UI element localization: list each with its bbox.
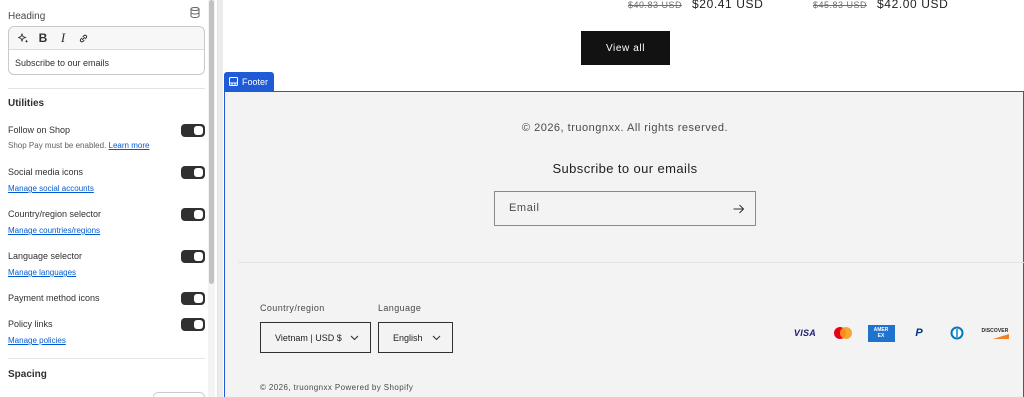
social-media-icons-toggle[interactable] bbox=[181, 166, 205, 179]
country-region-label: Country/region bbox=[260, 303, 325, 313]
section-icon bbox=[229, 77, 238, 86]
chevron-down-icon bbox=[350, 335, 359, 341]
section-divider bbox=[8, 88, 205, 89]
toggle-knob bbox=[194, 294, 203, 303]
section-divider bbox=[8, 358, 205, 359]
payment-method-icons-toggle[interactable] bbox=[181, 292, 205, 305]
amex-text-line2: EX bbox=[877, 333, 885, 339]
payment-method-icons-setting: Payment method icons bbox=[8, 292, 205, 305]
policy-links-toggle[interactable] bbox=[181, 318, 205, 331]
product-price: $40.83 USD $20.41 USD bbox=[628, 0, 763, 11]
toggle-knob bbox=[194, 126, 203, 135]
storefront-preview: $40.83 USD $20.41 USD $45.83 USD $42.00 … bbox=[224, 0, 1024, 397]
follow-on-shop-label: Follow on Shop bbox=[8, 125, 71, 135]
discover-icon: DISCOVER bbox=[980, 324, 1010, 342]
editor-content[interactable]: Subscribe to our emails bbox=[9, 50, 204, 76]
follow-on-shop-setting: Follow on Shop Shop Pay must be enabled.… bbox=[8, 124, 205, 151]
bold-button[interactable]: B bbox=[33, 29, 53, 47]
italic-button[interactable]: I bbox=[53, 29, 73, 47]
chevron-down-icon bbox=[432, 335, 441, 341]
footer-tag-label: Footer bbox=[242, 76, 269, 87]
toggle-knob bbox=[194, 168, 203, 177]
heading-label: Heading bbox=[8, 11, 46, 22]
footer-divider bbox=[238, 262, 1024, 263]
copyright-text: © 2026, truongnxx. All rights reserved. bbox=[521, 122, 729, 134]
footer-section-tag[interactable]: Footer bbox=[224, 72, 275, 91]
compare-at-price: $40.83 USD bbox=[628, 0, 683, 10]
visa-icon-text: VISA bbox=[793, 328, 817, 338]
country-region-select[interactable]: Vietnam | USD $ bbox=[260, 322, 371, 353]
manage-policies-link[interactable]: Manage policies bbox=[8, 336, 66, 346]
newsletter-email-input[interactable]: Email bbox=[494, 191, 756, 226]
visa-icon: VISA bbox=[790, 324, 820, 342]
language-selector-label: Language selector bbox=[8, 251, 83, 261]
social-media-icons-label: Social media icons bbox=[8, 167, 84, 177]
language-select[interactable]: English bbox=[378, 322, 453, 353]
spacing-input[interactable] bbox=[153, 392, 205, 397]
email-placeholder: Email bbox=[509, 202, 540, 214]
heading-setting-row: Heading bbox=[8, 6, 200, 22]
amex-icon: AMER EX bbox=[866, 324, 896, 342]
manage-languages-link[interactable]: Manage languages bbox=[8, 268, 76, 278]
sale-price: $42.00 USD bbox=[877, 0, 949, 11]
mastercard-icon bbox=[828, 324, 858, 342]
utilities-section-title: Utilities bbox=[8, 98, 45, 109]
learn-more-link[interactable]: Learn more bbox=[109, 141, 150, 151]
newsletter-heading: Subscribe to our emails bbox=[552, 161, 698, 176]
paypal-icon: P bbox=[904, 324, 934, 342]
shop-pay-help-text: Shop Pay must be enabled. Learn more bbox=[8, 141, 205, 151]
view-all-button[interactable]: View all bbox=[581, 31, 670, 65]
arrow-right-icon[interactable] bbox=[733, 204, 745, 214]
compare-at-price: $45.83 USD bbox=[813, 0, 868, 10]
manage-countries-regions-link[interactable]: Manage countries/regions bbox=[8, 226, 100, 236]
sidebar-scrollbar[interactable] bbox=[208, 0, 215, 397]
toggle-knob bbox=[194, 320, 203, 329]
amex-badge: AMER EX bbox=[867, 324, 895, 342]
toggle-knob bbox=[194, 252, 203, 261]
country-region-selector-toggle[interactable] bbox=[181, 208, 205, 221]
powered-by-text: © 2026, truongnxx Powered by Shopify bbox=[260, 383, 414, 392]
paypal-icon-text: P bbox=[915, 327, 923, 339]
product-price: $45.83 USD $42.00 USD bbox=[813, 0, 948, 11]
policy-links-label: Policy links bbox=[8, 319, 53, 329]
language-value: English bbox=[393, 332, 423, 343]
heading-rich-text-editor[interactable]: B I Subscribe to our emails bbox=[8, 26, 205, 75]
country-region-selector-label: Country/region selector bbox=[8, 209, 102, 219]
spacing-section-title: Spacing bbox=[8, 369, 47, 380]
payment-method-icons-label: Payment method icons bbox=[8, 293, 100, 303]
policy-links-setting: Policy links Manage policies bbox=[8, 318, 205, 348]
payment-icons: VISA AMER EX P DISCOVER bbox=[790, 324, 1010, 342]
toggle-knob bbox=[194, 210, 203, 219]
diners-club-icon bbox=[942, 324, 972, 342]
settings-sidebar: Heading B I Subscribe to our emails Util… bbox=[0, 0, 217, 397]
ai-sparkle-icon[interactable] bbox=[13, 29, 33, 47]
editor-toolbar: B I bbox=[9, 27, 204, 50]
country-region-value: Vietnam | USD $ bbox=[275, 332, 342, 343]
panel-resize-divider[interactable] bbox=[217, 0, 223, 397]
scrollbar-thumb[interactable] bbox=[209, 0, 214, 284]
footer-section[interactable]: © 2026, truongnxx. All rights reserved. … bbox=[224, 91, 1024, 397]
social-media-icons-setting: Social media icons Manage social account… bbox=[8, 166, 205, 196]
country-region-selector-setting: Country/region selector Manage countries… bbox=[8, 208, 205, 238]
link-icon[interactable] bbox=[73, 29, 93, 47]
dynamic-source-icon[interactable] bbox=[190, 7, 200, 18]
language-label: Language bbox=[378, 303, 422, 313]
language-selector-toggle[interactable] bbox=[181, 250, 205, 263]
manage-social-accounts-link[interactable]: Manage social accounts bbox=[8, 184, 94, 194]
language-selector-setting: Language selector Manage languages bbox=[8, 250, 205, 280]
follow-on-shop-toggle[interactable] bbox=[181, 124, 205, 137]
sale-price: $20.41 USD bbox=[692, 0, 764, 11]
shop-pay-help-label: Shop Pay must be enabled. bbox=[8, 141, 107, 150]
